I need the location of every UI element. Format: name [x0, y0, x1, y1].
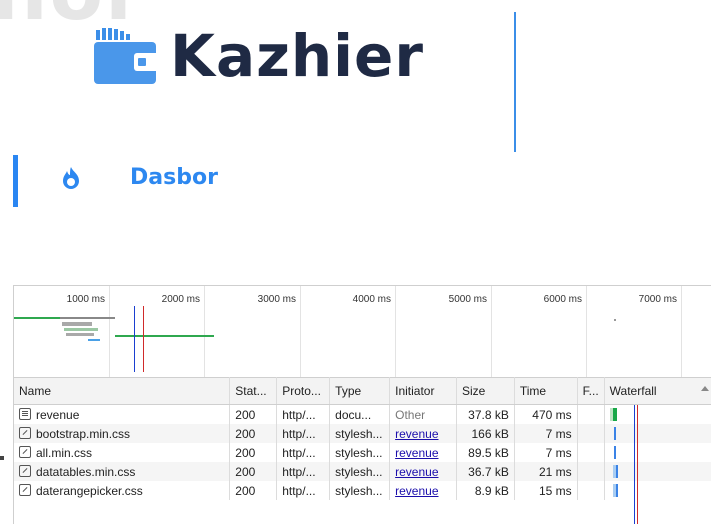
request-protocol: http/...	[276, 481, 331, 500]
stylesheet-icon	[19, 464, 31, 477]
wallet-logo-icon	[90, 26, 166, 86]
column-header-size[interactable]: Size	[456, 377, 515, 405]
network-overview[interactable]: 1000 ms 2000 ms 3000 ms 4000 ms 5000 ms …	[14, 285, 711, 378]
column-header-time[interactable]: Time	[514, 377, 578, 405]
table-header-row: Name Stat... Proto... Type Initiator Siz…	[14, 377, 711, 405]
column-header-type[interactable]: Type	[329, 377, 391, 405]
overview-bar	[115, 335, 214, 337]
waterfall-load-line	[637, 405, 638, 524]
table-row[interactable]: revenue 200 http/... docu... Other 37.8 …	[14, 404, 711, 424]
request-size: 37.8 kB	[456, 404, 515, 424]
request-initiator: Other	[389, 404, 457, 424]
request-type: stylesh...	[329, 481, 391, 500]
overview-bar	[64, 328, 98, 331]
app-page: nor Kazhier Dasbor	[0, 0, 711, 280]
table-row[interactable]: all.min.css 200 http/... stylesh... reve…	[14, 443, 711, 462]
request-type: stylesh...	[329, 424, 391, 443]
waterfall-dom-content-loaded-line	[634, 405, 635, 524]
waterfall-cell	[604, 462, 711, 481]
waterfall-bar	[615, 484, 618, 497]
request-protocol: http/...	[276, 404, 331, 424]
request-name: bootstrap.min.css	[36, 426, 131, 441]
initiator-link[interactable]: revenue	[395, 465, 438, 479]
timeline-tick: 7000 ms	[587, 286, 682, 378]
stylesheet-icon	[19, 426, 31, 439]
network-panel: 1000 ms 2000 ms 3000 ms 4000 ms 5000 ms …	[13, 285, 711, 524]
overview-bar	[60, 317, 115, 319]
load-event-line	[143, 306, 144, 372]
timeline-tick: 3000 ms	[205, 286, 301, 378]
table-row[interactable]: daterangepicker.css 200 http/... stylesh…	[14, 481, 711, 500]
waterfall-cell	[604, 424, 711, 443]
request-name: datatables.min.css	[36, 464, 136, 479]
fire-icon	[60, 166, 82, 190]
request-name: daterangepicker.css	[36, 483, 143, 498]
brand-logo[interactable]: Kazhier	[90, 22, 424, 90]
sidebar-divider	[514, 12, 516, 152]
brand-name: Kazhier	[170, 22, 424, 90]
request-protocol: http/...	[276, 462, 331, 481]
edge-marker	[0, 456, 4, 460]
waterfall-cell	[604, 404, 711, 424]
stylesheet-icon	[19, 445, 31, 458]
request-size: 36.7 kB	[456, 462, 515, 481]
column-header-name[interactable]: Name	[14, 377, 231, 405]
document-icon	[19, 407, 31, 420]
column-header-initiator[interactable]: Initiator	[389, 377, 457, 405]
column-header-waterfall[interactable]: Waterfall	[604, 377, 711, 405]
waterfall-bar	[613, 427, 616, 440]
request-type: stylesh...	[329, 443, 391, 462]
table-row[interactable]: bootstrap.min.css 200 http/... stylesh..…	[14, 424, 711, 443]
request-size: 89.5 kB	[456, 443, 515, 462]
request-status: 200	[229, 462, 278, 481]
overview-bar	[62, 322, 92, 326]
request-name: revenue	[36, 407, 80, 422]
request-protocol: http/...	[276, 443, 331, 462]
request-status: 200	[229, 424, 278, 443]
request-time: 7 ms	[514, 424, 578, 443]
request-time: 7 ms	[514, 443, 578, 462]
request-status: 200	[229, 404, 278, 424]
column-header-fulfilled[interactable]: F...	[577, 377, 605, 405]
sidebar-item-dasbor[interactable]: Dasbor	[60, 165, 218, 190]
table-row[interactable]: datatables.min.css 200 http/... stylesh.…	[14, 462, 711, 481]
waterfall-bar	[615, 465, 618, 478]
timeline-tick: 4000 ms	[301, 286, 396, 378]
timeline-tick: 6000 ms	[492, 286, 587, 378]
request-time: 470 ms	[514, 404, 578, 424]
waterfall-bar	[612, 408, 617, 421]
request-protocol: http/...	[276, 424, 331, 443]
request-status: 200	[229, 443, 278, 462]
network-requests-table: Name Stat... Proto... Type Initiator Siz…	[14, 377, 711, 500]
request-type: docu...	[329, 404, 391, 424]
request-type: stylesh...	[329, 462, 391, 481]
request-size: 166 kB	[456, 424, 515, 443]
timeline-tick: 2000 ms	[110, 286, 205, 378]
request-name: all.min.css	[36, 445, 93, 460]
sort-ascending-icon	[701, 386, 709, 391]
initiator-link[interactable]: revenue	[395, 484, 438, 498]
request-status: 200	[229, 481, 278, 500]
stylesheet-icon	[19, 483, 31, 496]
column-header-protocol[interactable]: Proto...	[276, 377, 331, 405]
active-nav-indicator	[13, 155, 18, 207]
waterfall-bar	[613, 446, 616, 459]
request-time: 15 ms	[514, 481, 578, 500]
dom-content-loaded-line	[134, 306, 135, 372]
timeline-tick: 1000 ms	[14, 286, 110, 378]
request-size: 8.9 kB	[456, 481, 515, 500]
timeline-tick: 5000 ms	[396, 286, 492, 378]
waterfall-cell	[604, 443, 711, 462]
overview-bar	[88, 339, 100, 341]
overview-bar	[66, 333, 94, 336]
request-time: 21 ms	[514, 462, 578, 481]
sidebar-item-label: Dasbor	[130, 165, 218, 190]
initiator-link[interactable]: revenue	[395, 446, 438, 460]
initiator-link[interactable]: revenue	[395, 427, 438, 441]
overview-bar	[14, 317, 60, 319]
overview-bar	[614, 319, 616, 321]
column-header-status[interactable]: Stat...	[229, 377, 278, 405]
waterfall-cell	[604, 481, 711, 500]
